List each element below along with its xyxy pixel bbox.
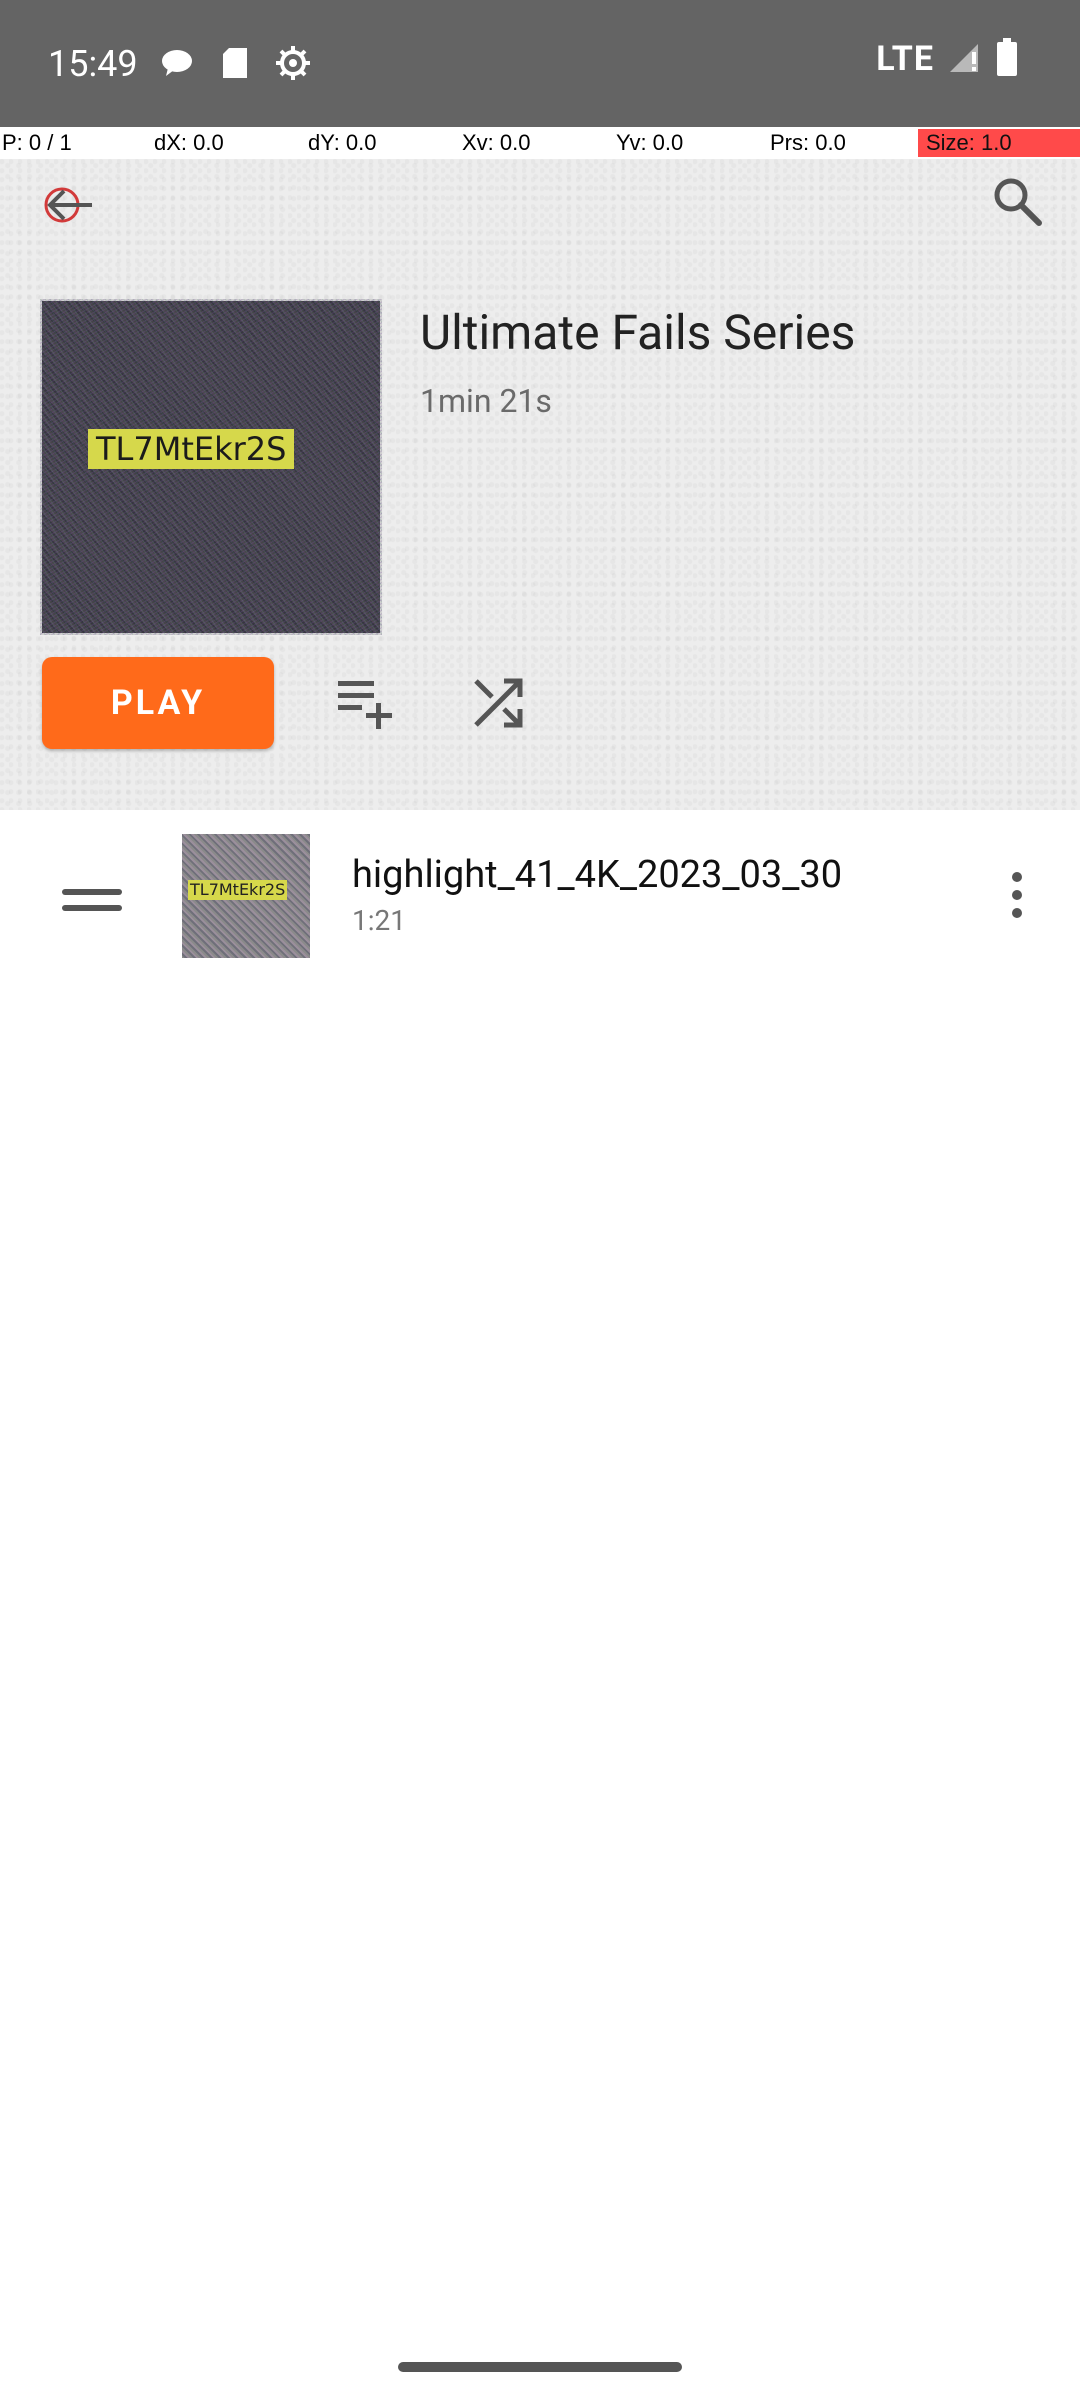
cover-caption: TL7MtEkr2S xyxy=(88,429,295,469)
home-gesture-bar[interactable] xyxy=(398,2362,682,2372)
back-arrow-icon xyxy=(40,177,96,237)
status-time: 15:49 xyxy=(48,43,138,85)
delta-x: dX: 0.0 xyxy=(154,130,224,155)
pressure: Prs: 0.0 xyxy=(770,130,846,155)
pointer-count: P: 0 / 1 xyxy=(2,130,72,155)
item-title: highlight_41_4K_2023_03_30 xyxy=(352,853,843,897)
add-to-queue-button[interactable] xyxy=(316,659,412,751)
playlist-title: Ultimate Fails Series xyxy=(420,304,856,361)
settings-icon xyxy=(270,40,316,86)
message-icon xyxy=(154,40,200,86)
playlist-duration: 1min 21s xyxy=(420,382,552,420)
item-duration: 1:21 xyxy=(352,904,406,937)
play-button[interactable]: PLAY xyxy=(42,657,274,749)
drag-handle-icon xyxy=(60,885,124,919)
network-type: LTE xyxy=(876,39,934,79)
velocity-x: Xv: 0.0 xyxy=(462,130,531,155)
list-item[interactable]: TL7MtEkr2S highlight_41_4K_2023_03_30 1:… xyxy=(0,830,1080,970)
pointer-location-bar: P: 0 / 1 dX: 0.0 dY: 0.0 Xv: 0.0 Yv: 0.0… xyxy=(0,127,1080,159)
signal-icon xyxy=(948,40,982,78)
item-thumbnail: TL7MtEkr2S xyxy=(182,834,310,958)
shuffle-button[interactable] xyxy=(452,659,544,751)
more-vert-icon xyxy=(1009,869,1025,925)
delta-y: dY: 0.0 xyxy=(308,130,377,155)
battery-icon xyxy=(996,38,1018,80)
thumbnail-caption: TL7MtEkr2S xyxy=(188,880,288,900)
sd-card-icon xyxy=(212,40,258,86)
playlist-cover-image: TL7MtEkr2S xyxy=(40,299,382,635)
playlist-add-icon xyxy=(334,673,394,737)
status-bar: 15:49 LTE xyxy=(0,0,1080,127)
back-button[interactable] xyxy=(36,175,100,239)
drag-handle[interactable] xyxy=(30,838,154,966)
playlist-header: TL7MtEkr2S Ultimate Fails Series 1min 21… xyxy=(0,159,1080,810)
item-more-button[interactable] xyxy=(970,848,1064,946)
touch-size: Size: 1.0 xyxy=(918,129,1080,157)
velocity-y: Yv: 0.0 xyxy=(616,130,684,155)
shuffle-icon xyxy=(468,673,528,737)
search-icon xyxy=(991,175,1043,231)
search-button[interactable] xyxy=(978,161,1056,245)
